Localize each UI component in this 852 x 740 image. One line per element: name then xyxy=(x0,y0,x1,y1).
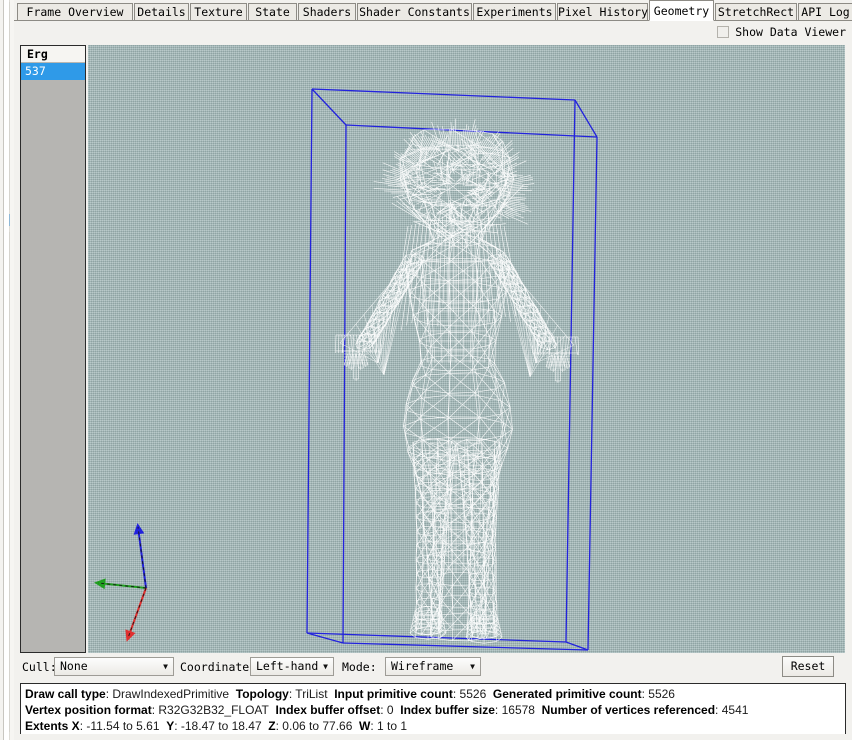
tab-strip: Frame Overview Details Texture State Shaders… xyxy=(14,0,852,21)
info-value: : 0.06 to 77.66 xyxy=(275,719,360,733)
tab-frame-overview[interactable]: Frame Overview xyxy=(17,3,133,20)
info-value: : 1 to 1 xyxy=(370,719,414,733)
info-value: : DrawIndexedPrimitive xyxy=(105,687,236,701)
tab-experiments[interactable]: Experiments xyxy=(473,3,556,20)
info-key: Z xyxy=(268,719,276,733)
tab-api-log[interactable]: API Log xyxy=(798,3,852,20)
info-line-1: Draw call type: DrawIndexedPrimitive Top… xyxy=(25,686,841,702)
list-item[interactable]: 537 xyxy=(21,63,85,80)
cull-label: Cull: xyxy=(22,660,57,674)
coordinates-dropdown[interactable]: Left-handed ▼ xyxy=(250,657,334,676)
host-app-left-sliver xyxy=(0,0,15,740)
info-key: Index buffer offset xyxy=(275,703,381,717)
info-key: Generated primitive count xyxy=(492,687,642,701)
mode-value: Wireframe xyxy=(391,659,454,673)
geometry-page: Show Data Viewer Erg 537 Cull: None ▼ Co… xyxy=(14,21,852,740)
tab-texture[interactable]: Texture xyxy=(190,3,247,20)
wireframe-render xyxy=(94,88,598,651)
info-key: Input primitive count xyxy=(334,687,453,701)
info-value: : -18.47 to 18.47 xyxy=(174,719,269,733)
info-value: : 0 xyxy=(380,703,401,717)
info-key: Extents X xyxy=(25,719,80,733)
info-line-3: Extents X: -11.54 to 5.61 Y: -18.47 to 1… xyxy=(25,718,841,734)
tab-stretchrect[interactable]: StretchRect xyxy=(715,3,797,20)
info-value: : -11.54 to 5.61 xyxy=(79,719,167,733)
view-controls: Cull: None ▼ Coordinates: Left-handed ▼ … xyxy=(20,655,846,681)
chevron-down-icon[interactable]: ▼ xyxy=(465,658,480,675)
info-key: Number of vertices referenced xyxy=(541,703,716,717)
info-value: : 5526 xyxy=(452,687,493,701)
info-value: : R32G32B32_FLOAT xyxy=(151,703,276,717)
info-key: W xyxy=(359,719,371,733)
show-data-viewer-checkbox[interactable]: Show Data Viewer xyxy=(717,24,846,40)
mesh-viewport[interactable] xyxy=(88,45,845,653)
tab-shaders[interactable]: Shaders xyxy=(298,3,356,20)
info-value: : 16578 xyxy=(494,703,542,717)
info-key: Vertex position format xyxy=(25,703,152,717)
axis-gizmo xyxy=(94,523,147,642)
mode-label: Mode: xyxy=(342,660,377,674)
show-data-viewer-label: Show Data Viewer xyxy=(735,25,846,39)
list-column-header-erg[interactable]: Erg xyxy=(21,46,85,63)
cull-value: None xyxy=(60,659,88,673)
info-key: Index buffer size xyxy=(400,703,495,717)
list-body[interactable]: 537 xyxy=(21,63,85,652)
draw-call-info-panel: Draw call type: DrawIndexedPrimitive Top… xyxy=(20,683,846,735)
tab-shader-constants[interactable]: Shader Constants xyxy=(357,3,472,20)
tab-details[interactable]: Details xyxy=(134,3,189,20)
geometry-viewer-window: Frame Overview Details Texture State Shaders… xyxy=(0,0,852,740)
tab-pixel-history[interactable]: Pixel History xyxy=(557,3,648,20)
chevron-down-icon[interactable]: ▼ xyxy=(318,658,333,675)
top-toolbar: Show Data Viewer xyxy=(14,21,852,42)
coordinates-value: Left-handed xyxy=(256,659,318,673)
tab-geometry[interactable]: Geometry xyxy=(649,0,714,21)
info-value: : 4541 xyxy=(715,703,756,717)
mesh-wireframe xyxy=(335,118,579,644)
info-value: : TriList xyxy=(288,687,335,701)
mode-dropdown[interactable]: Wireframe ▼ xyxy=(385,657,481,676)
checkbox-icon[interactable] xyxy=(717,26,730,38)
reset-button[interactable]: Reset xyxy=(782,656,834,677)
chevron-down-icon[interactable]: ▼ xyxy=(158,658,173,675)
cull-dropdown[interactable]: None ▼ xyxy=(54,657,174,676)
info-value: : 5526 xyxy=(641,687,682,701)
horizontal-scroll-track[interactable] xyxy=(14,734,852,740)
draw-call-list[interactable]: Erg 537 xyxy=(20,45,86,653)
tab-state[interactable]: State xyxy=(248,3,297,20)
info-key: Topology xyxy=(235,687,289,701)
info-key: Draw call type xyxy=(25,687,106,701)
info-line-2: Vertex position format: R32G32B32_FLOAT … xyxy=(25,702,841,718)
